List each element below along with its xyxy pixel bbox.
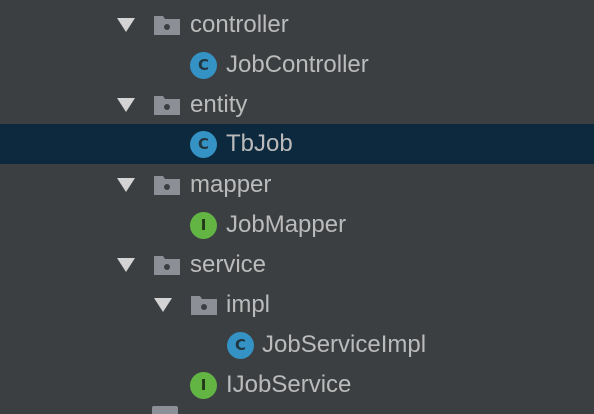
interface-icon: I — [190, 212, 217, 239]
folder-icon — [154, 175, 180, 195]
tree-node-jobserviceimpl[interactable]: C JobServiceImpl — [0, 325, 594, 365]
class-icon: C — [227, 332, 254, 359]
folder-icon — [154, 255, 180, 275]
tree-node-label: impl — [226, 291, 271, 318]
tree-node-tbjob[interactable]: C TbJob — [0, 124, 594, 164]
tree-node-label: JobServiceImpl — [262, 331, 427, 358]
expand-arrow-icon[interactable] — [117, 258, 135, 272]
folder-icon — [154, 95, 180, 115]
expand-arrow-icon[interactable] — [117, 98, 135, 112]
tree-node-label: service — [190, 251, 267, 278]
expand-arrow-icon[interactable] — [117, 18, 135, 32]
tree-node-mapper[interactable]: mapper — [0, 165, 594, 205]
folder-icon — [152, 406, 178, 414]
tree-node-label: controller — [190, 11, 289, 38]
class-icon: C — [190, 52, 217, 79]
tree-node-entity[interactable]: entity — [0, 85, 594, 125]
folder-icon — [154, 15, 180, 35]
tree-node-service[interactable]: service — [0, 245, 594, 285]
tree-node-jobmapper[interactable]: I JobMapper — [0, 205, 594, 245]
project-tree: controller C JobController entity C TbJo… — [0, 0, 594, 414]
interface-icon: I — [190, 372, 217, 399]
tree-node-label: JobMapper — [226, 211, 347, 238]
tree-node-ijobservice[interactable]: I IJobService — [0, 365, 594, 405]
expand-arrow-icon[interactable] — [117, 178, 135, 192]
tree-node-label: JobController — [226, 51, 369, 78]
folder-icon — [191, 295, 217, 315]
tree-node-label: mapper — [190, 171, 272, 198]
tree-node-jobcontroller[interactable]: C JobController — [0, 45, 594, 85]
tree-node-label: TbJob — [226, 130, 293, 157]
tree-node-controller[interactable]: controller — [0, 5, 594, 45]
tree-node-label: entity — [190, 91, 248, 118]
expand-arrow-icon[interactable] — [154, 298, 172, 312]
tree-node-impl[interactable]: impl — [0, 285, 594, 325]
tree-node-label: IJobService — [226, 371, 352, 398]
class-icon: C — [190, 131, 217, 158]
